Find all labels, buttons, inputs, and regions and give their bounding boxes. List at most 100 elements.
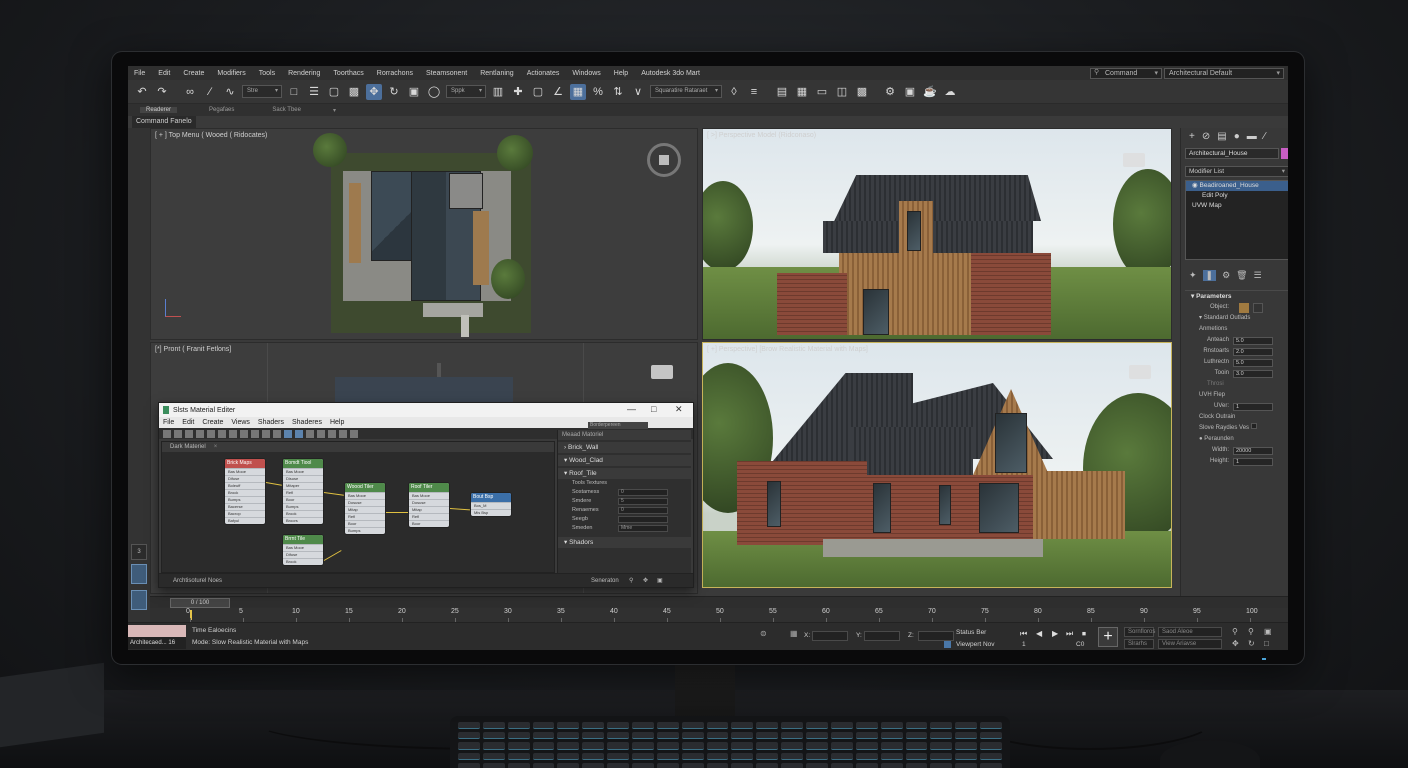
scale-icon[interactable]: ▣ — [406, 84, 422, 100]
tool-icon[interactable] — [317, 429, 325, 438]
node-slot[interactable]: Boor — [283, 496, 323, 503]
pin-stack-icon[interactable]: ✦ — [1189, 270, 1197, 281]
material-node[interactable]: Bout Bsp Bos_M Mis Bsp — [470, 492, 512, 517]
tool-icon[interactable] — [350, 429, 358, 438]
node-slot[interactable]: Disuse — [283, 475, 323, 482]
view-tab[interactable]: Dark Materiel × — [162, 442, 554, 452]
node-slot[interactable]: Refl — [345, 513, 385, 520]
viewport-perspective-realistic[interactable]: [ +] Perspective] [Brow Realistic Materi… — [702, 342, 1172, 588]
param-field[interactable]: 0 — [618, 489, 668, 496]
node-slot[interactable]: Boor — [409, 520, 449, 527]
node-slot[interactable]: Refl — [283, 489, 323, 496]
color-swatch[interactable] — [1253, 303, 1263, 313]
add-key-icon[interactable]: + — [1098, 627, 1118, 647]
param-field[interactable]: Mme — [618, 525, 668, 532]
menu-item[interactable]: Rentlaning — [480, 70, 513, 77]
maximize-icon[interactable]: □ — [651, 404, 656, 414]
previous-frame-icon[interactable]: ◀ — [1036, 629, 1042, 638]
node-slot[interactable]: Bumps — [225, 496, 265, 503]
object-color-swatch[interactable] — [1281, 148, 1288, 159]
section-label[interactable]: ▾ Standard Outlads — [1185, 313, 1288, 324]
frame-field[interactable]: C0 — [1076, 641, 1084, 648]
color-swatch[interactable] — [1239, 303, 1249, 313]
link-icon[interactable]: ∞ — [182, 84, 198, 100]
menu-item[interactable]: Create — [183, 70, 204, 77]
left-strip-button[interactable]: 3 — [131, 544, 147, 560]
status-field[interactable]: Slrarhs — [1124, 639, 1154, 649]
node-slot[interactable]: Boor — [345, 520, 385, 527]
width-field[interactable]: 20000 — [1233, 447, 1273, 455]
node-slot[interactable]: Bafyul — [225, 517, 265, 524]
node-slot[interactable]: Mitap — [409, 506, 449, 513]
modifier-stack[interactable]: ◉ Beadiroaned_House Edit Poly UVW Map — [1185, 180, 1288, 260]
param-field[interactable] — [618, 516, 668, 523]
viewport-label[interactable]: [ >] Perspective Model (Ridconaso) — [707, 132, 816, 139]
spinner-snap-icon[interactable]: ⇅ — [610, 84, 626, 100]
tool-icon[interactable] — [240, 429, 248, 438]
orbit-icon[interactable]: ↻ — [1248, 639, 1255, 648]
status-field[interactable]: Saod Aleoe — [1158, 627, 1222, 637]
node-slot[interactable]: Refl — [409, 513, 449, 520]
redo-icon[interactable]: ↷ — [154, 84, 170, 100]
tool-icon[interactable] — [229, 429, 237, 438]
viewcube[interactable] — [647, 143, 681, 177]
object-name-field[interactable]: Architectural_House — [1185, 148, 1279, 159]
tool-icon[interactable] — [328, 429, 336, 438]
menu-item[interactable]: Tools — [259, 70, 275, 77]
display-tab-icon[interactable]: ▬ — [1247, 131, 1257, 142]
utilities-tab-icon[interactable]: ∕ — [1264, 131, 1266, 142]
tool-icon[interactable] — [196, 429, 204, 438]
window-crossing-icon[interactable]: ▩ — [346, 84, 362, 100]
node-slot[interactable]: Bacerse — [225, 503, 265, 510]
material-row[interactable]: › Brick_Wall — [558, 442, 691, 453]
undo-icon[interactable]: ↶ — [134, 84, 150, 100]
node-slot[interactable]: Bas Mooe — [283, 544, 323, 551]
absolute-mode-icon[interactable]: ▦ — [790, 629, 798, 638]
maxscript-listener[interactable]: Architecaed... 16 — [128, 625, 186, 649]
go-to-start-icon[interactable]: ⏮ — [1020, 629, 1027, 639]
zoom-extents-icon[interactable]: ▣ — [1264, 627, 1272, 636]
node-slot[interactable]: Bas Mooe — [345, 492, 385, 499]
tool-icon[interactable] — [251, 429, 259, 438]
pan-icon[interactable]: ✥ — [1232, 639, 1239, 648]
menu-item[interactable]: Autodesk 3do Mart — [641, 70, 700, 77]
tool-icon[interactable] — [185, 429, 193, 438]
render-teapot-icon[interactable]: ☕ — [922, 84, 938, 100]
node-slot[interactable]: Difuse — [283, 551, 323, 558]
named-selection-dropdown[interactable]: Squaratire Rataraet ▾ — [650, 85, 722, 98]
material-node[interactable]: Bomdt Tiool Bas Mooe Disuse Mitaper Refl Boor… — [282, 458, 324, 525]
edit-named-sets-icon[interactable]: ∨ — [630, 84, 646, 100]
uv-field[interactable]: 1 — [1233, 403, 1273, 411]
node-slot[interactable]: Boleuff — [225, 482, 265, 489]
menu-item[interactable]: File — [134, 70, 145, 77]
node-slot[interactable]: Bacrop — [225, 510, 265, 517]
node-slot[interactable]: Dosuse — [409, 499, 449, 506]
stack-item[interactable]: Edit Poly — [1186, 191, 1288, 201]
node-slot[interactable]: Broors — [283, 517, 323, 524]
curve-editor-icon[interactable]: ▭ — [814, 84, 830, 100]
y-coordinate-field[interactable] — [864, 631, 900, 641]
align-icon[interactable]: ≡ — [746, 84, 762, 100]
selection-filter-dropdown[interactable]: Stre ▾ — [242, 85, 282, 98]
command-search-box[interactable]: ⚲ Command ▾ — [1090, 68, 1162, 79]
pan-icon[interactable]: ✥ — [643, 574, 648, 588]
stack-item[interactable]: UVW Map — [1186, 201, 1288, 211]
create-tab-icon[interactable]: + — [1189, 131, 1195, 142]
menu-item[interactable]: Windows — [572, 70, 600, 77]
viewport-top[interactable]: [ + ] Top Menu ( Wooed ( Ridocates) — [150, 128, 698, 340]
select-manipulate-icon[interactable]: ✚ — [510, 84, 526, 100]
zoom-all-icon[interactable]: ⚲ — [1248, 627, 1254, 636]
stack-item[interactable]: ◉ Beadiroaned_House — [1186, 181, 1288, 191]
time-slider-thumb[interactable]: 0 / 100 — [170, 598, 230, 608]
status-field[interactable]: Sornfloros — [1124, 627, 1155, 637]
viewport-perspective-model[interactable]: [ >] Perspective Model (Ridconaso) — [702, 128, 1172, 340]
select-by-name-icon[interactable]: ☰ — [306, 84, 322, 100]
left-strip-button[interactable] — [131, 564, 147, 584]
tool-icon[interactable] — [295, 429, 303, 438]
viewcube[interactable] — [1129, 365, 1151, 379]
current-frame-field[interactable]: 1 — [1022, 641, 1026, 648]
menu-item[interactable]: Help — [614, 70, 628, 77]
modifier-list-dropdown[interactable]: Modifier List ▾ — [1185, 166, 1288, 177]
param-spinner[interactable]: 3.0 — [1233, 370, 1273, 378]
tool-icon[interactable] — [339, 429, 347, 438]
